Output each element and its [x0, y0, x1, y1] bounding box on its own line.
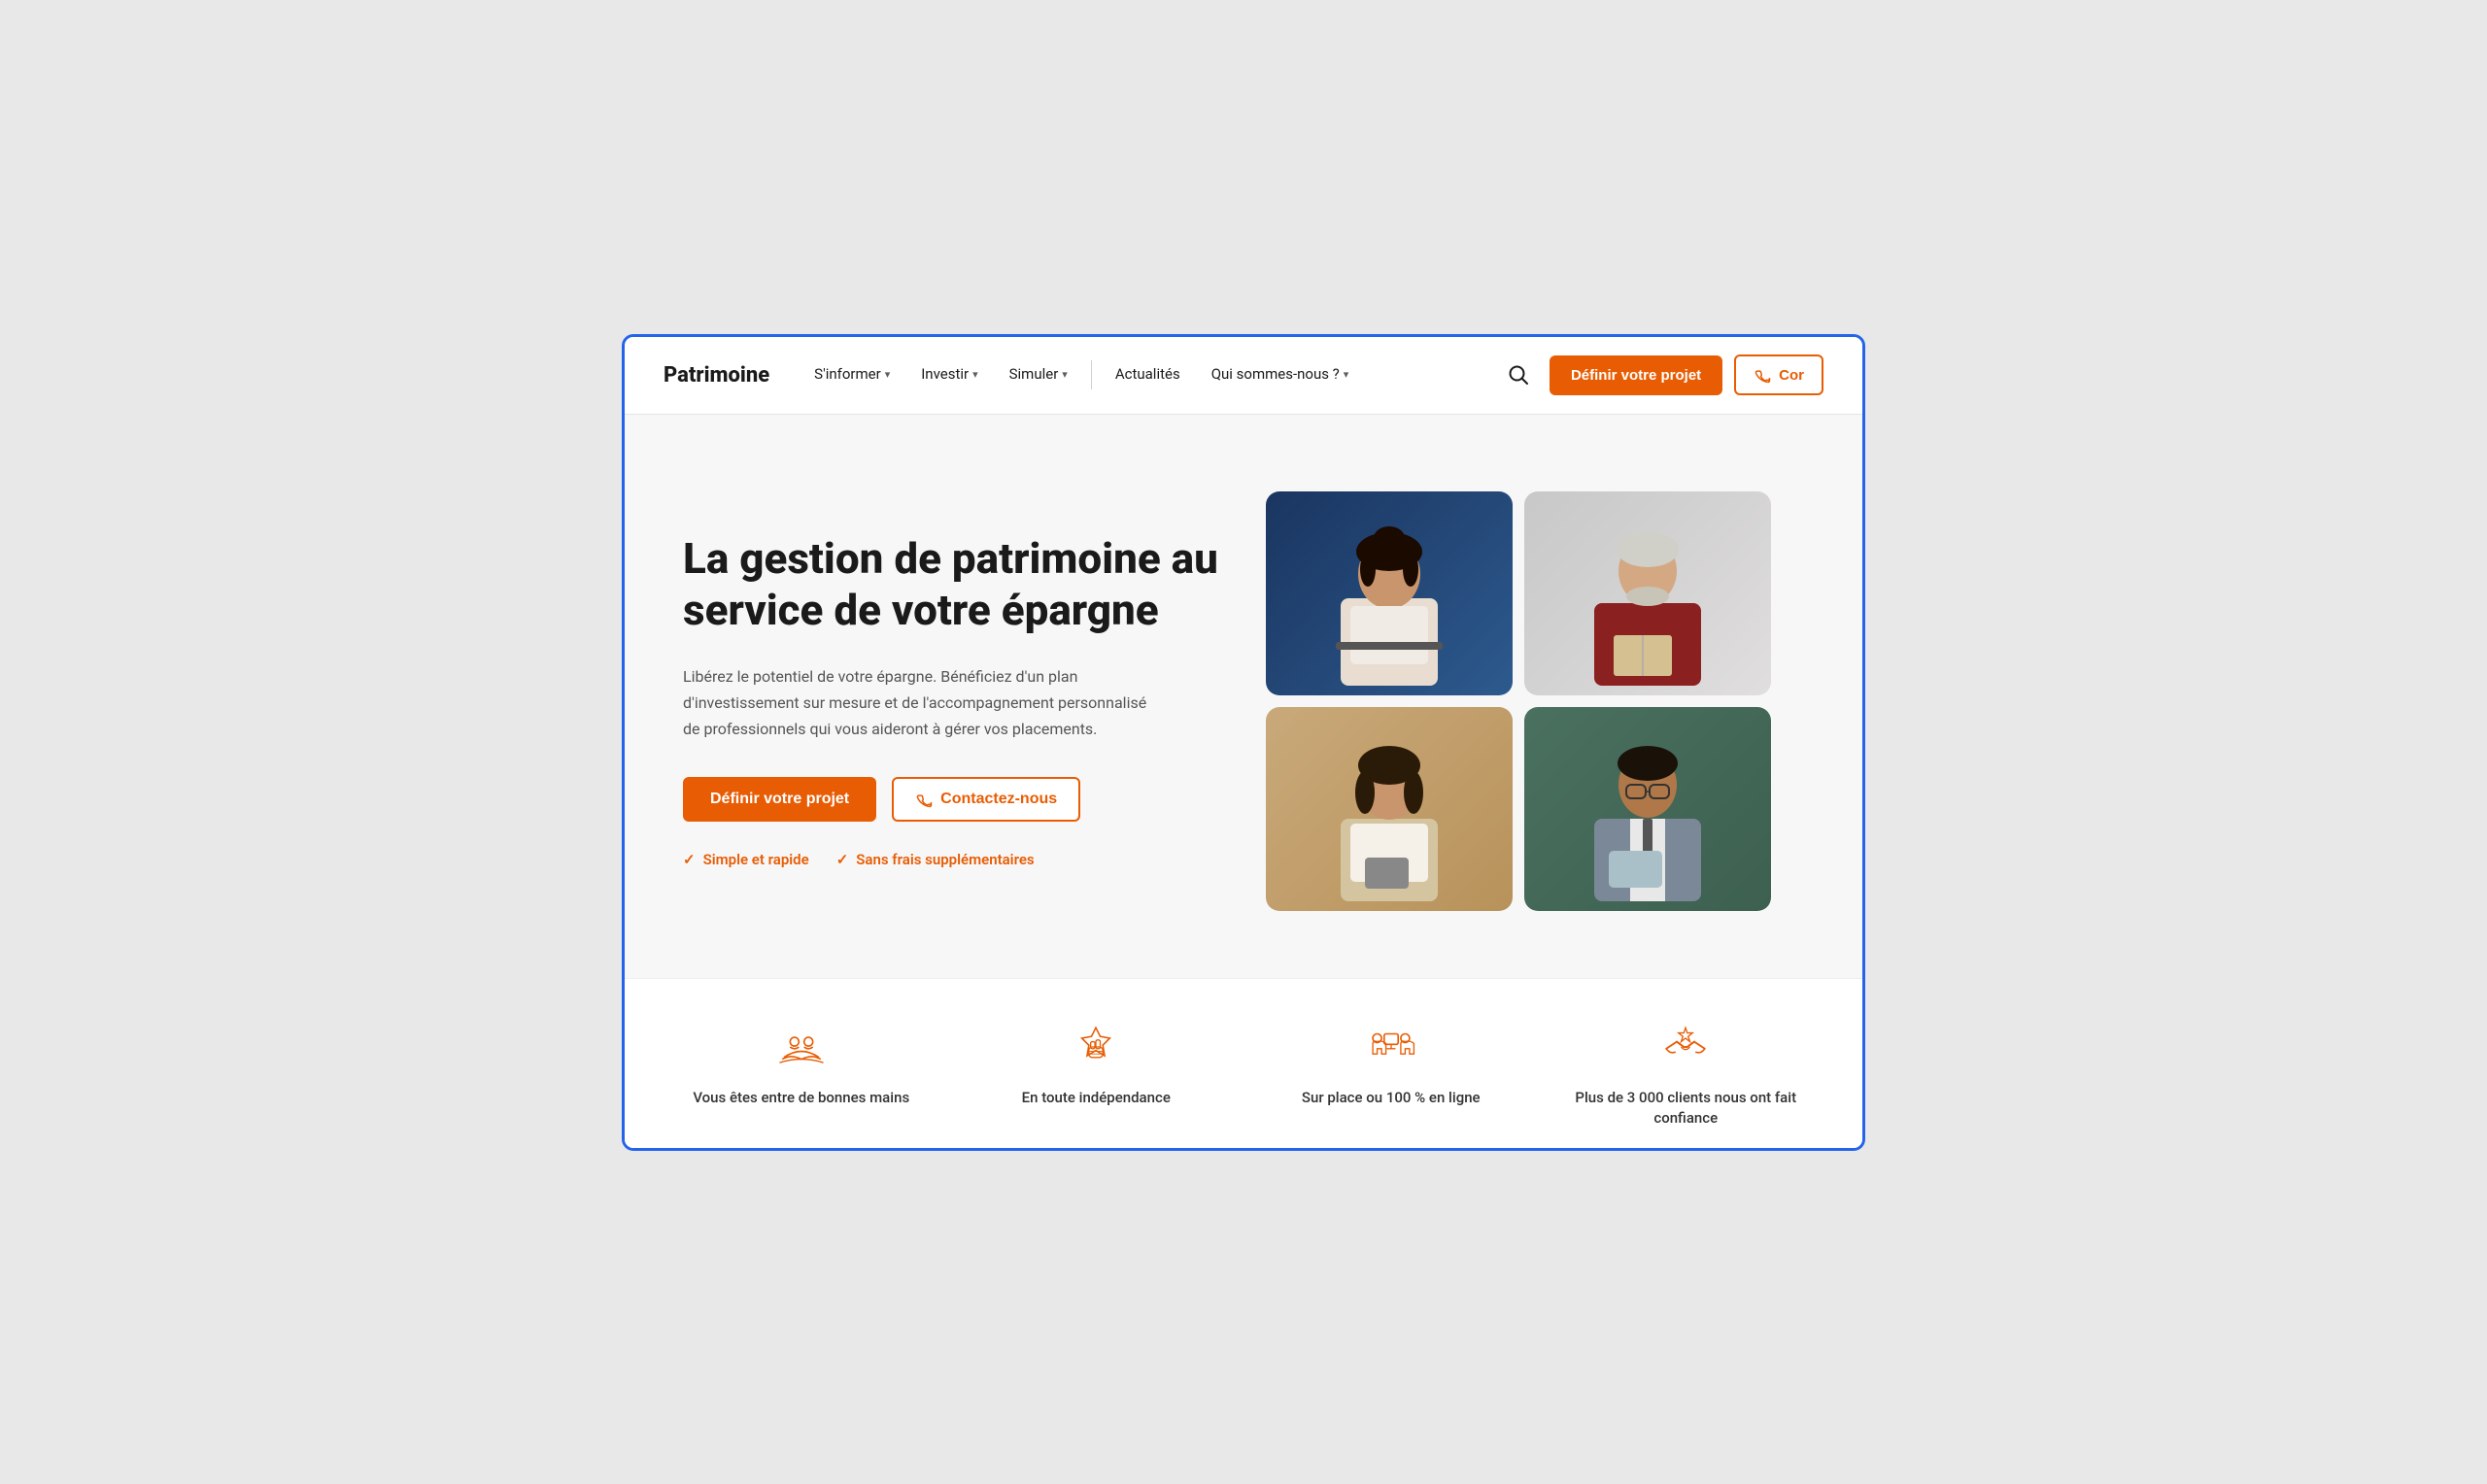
nav-item-simuler[interactable]: Simuler ▾	[994, 336, 1083, 414]
browser-frame: Patrimoine S'informer ▾ Investir ▾ Simul…	[622, 334, 1865, 1151]
stat-item-independance: En toute indépendance	[959, 1018, 1235, 1129]
check-frais: Sans frais supplémentaires	[836, 851, 1035, 868]
nav-item-qui-sommes-nous[interactable]: Qui sommes-nous ? ▾	[1196, 336, 1365, 414]
clients-icon	[1656, 1018, 1715, 1076]
hero-image-woman-laptop	[1266, 491, 1513, 695]
hero-title: La gestion de patrimoine au service de v…	[683, 533, 1227, 636]
hero-image-young-woman	[1266, 707, 1513, 911]
chevron-down-icon: ▾	[972, 368, 978, 381]
stats-bar: Vous êtes entre de bonnes mains En toute…	[625, 978, 1862, 1148]
chevron-down-icon: ▾	[1344, 368, 1349, 381]
hero-image-man-tablet	[1524, 707, 1771, 911]
young-woman-illustration	[1302, 707, 1477, 901]
phone-icon	[915, 791, 933, 808]
search-button[interactable]	[1499, 355, 1538, 394]
nav-item-sinformer[interactable]: S'informer ▾	[799, 336, 905, 414]
stat-label-clients: Plus de 3 000 clients nous ont fait conf…	[1549, 1088, 1824, 1129]
phone-icon	[1754, 366, 1771, 384]
stat-label-independance: En toute indépendance	[1022, 1088, 1171, 1108]
nav-right: Définir votre projet Cor	[1499, 354, 1823, 395]
man-book-illustration	[1560, 491, 1735, 686]
independence-icon	[1067, 1018, 1125, 1076]
stat-item-clients: Plus de 3 000 clients nous ont fait conf…	[1549, 1018, 1824, 1129]
check-simple: Simple et rapide	[683, 851, 809, 868]
stat-label-online: Sur place ou 100 % en ligne	[1302, 1088, 1481, 1108]
hero-text: La gestion de patrimoine au service de v…	[683, 533, 1227, 868]
hands-care-icon	[772, 1018, 831, 1076]
hero-contact-button[interactable]: Contactez-nous	[892, 777, 1080, 822]
stat-label-bonnes-mains: Vous êtes entre de bonnes mains	[693, 1088, 909, 1108]
header-cta-button[interactable]: Définir votre projet	[1550, 355, 1722, 395]
hero-checks: Simple et rapide Sans frais supplémentai…	[683, 851, 1227, 868]
stat-item-online: Sur place ou 100 % en ligne	[1253, 1018, 1529, 1129]
nav-item-actualites[interactable]: Actualités	[1100, 336, 1196, 414]
header: Patrimoine S'informer ▾ Investir ▾ Simul…	[625, 337, 1862, 415]
chevron-down-icon: ▾	[885, 368, 891, 381]
stat-item-bonnes-mains: Vous êtes entre de bonnes mains	[664, 1018, 939, 1129]
nav-divider	[1091, 360, 1092, 389]
main-nav: S'informer ▾ Investir ▾ Simuler ▾ Actual…	[799, 336, 1499, 414]
hero-section: La gestion de patrimoine au service de v…	[625, 415, 1862, 978]
woman-laptop-illustration	[1302, 491, 1477, 686]
online-icon	[1362, 1018, 1420, 1076]
header-contact-button[interactable]: Cor	[1734, 354, 1823, 395]
logo[interactable]: Patrimoine	[664, 363, 769, 388]
hero-buttons: Définir votre projet Contactez-nous	[683, 777, 1227, 822]
nav-item-investir[interactable]: Investir ▾	[905, 336, 993, 414]
hero-image-man-book	[1524, 491, 1771, 695]
hero-image-grid	[1266, 491, 1771, 911]
hero-cta-button[interactable]: Définir votre projet	[683, 777, 876, 822]
hero-description: Libérez le potentiel de votre épargne. B…	[683, 663, 1149, 743]
man-tablet-illustration	[1560, 707, 1735, 901]
chevron-down-icon: ▾	[1062, 368, 1068, 381]
